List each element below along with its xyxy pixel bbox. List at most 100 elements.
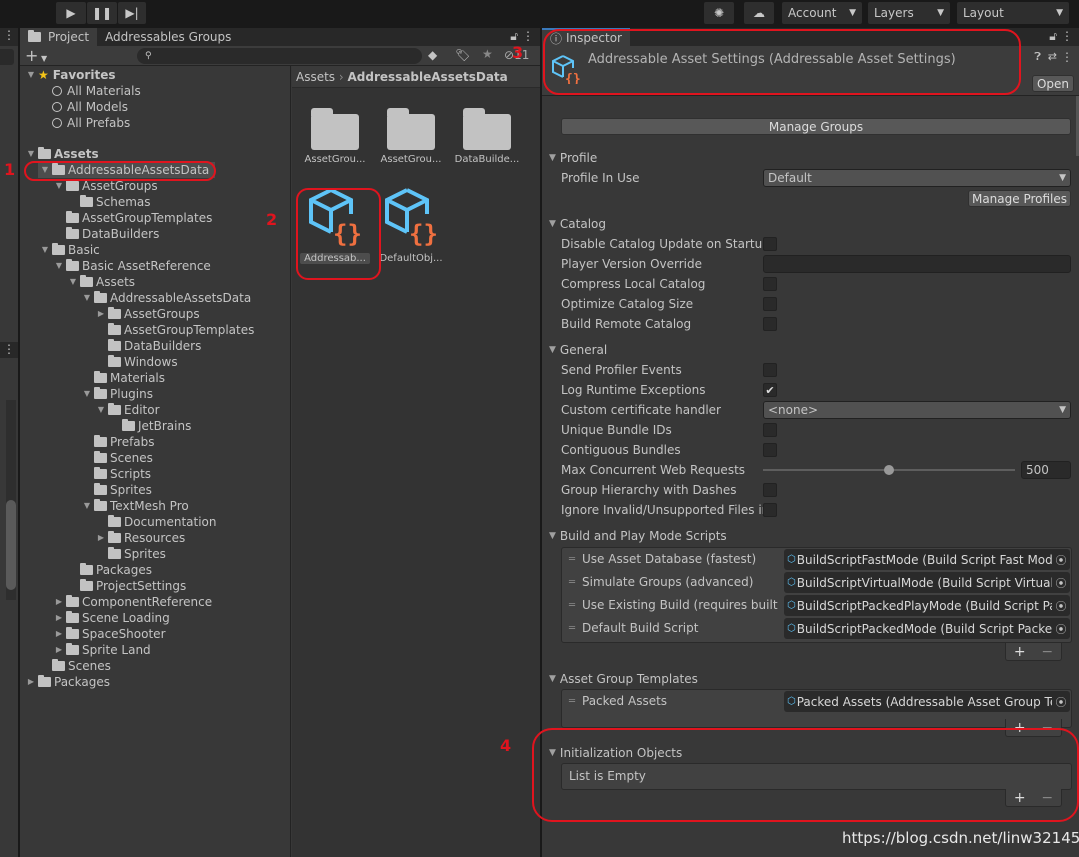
manage-profiles-button[interactable]: Manage Profiles [968,190,1071,207]
collapsed-arrow-icon[interactable]: ▶ [52,642,66,658]
expanded-arrow-icon[interactable]: ▼ [94,402,108,418]
favorite-item[interactable]: All Models [38,99,128,115]
tree-item[interactable]: ▼ Assets [66,274,135,290]
tree-item[interactable]: ▶ SpaceShooter [52,626,166,642]
search-input[interactable]: ⚲ [137,48,422,64]
drag-handle-icon[interactable]: ═ [562,696,582,707]
more-icon[interactable]: ⋮ [1061,29,1073,43]
tab-project[interactable]: Project [20,28,98,46]
more-icon[interactable]: ⋮ [522,29,534,43]
asset-group-templates-section-header[interactable]: ▼ Asset Group Templates [549,669,698,689]
asset-item[interactable]: AssetGrou... [300,96,370,165]
tree-item[interactable]: ▼ AddressableAssetsData [80,290,251,306]
collapsed-arrow-icon[interactable]: ▶ [94,306,108,322]
collapsed-arrow-icon[interactable]: ▶ [94,530,108,546]
expanded-arrow-icon[interactable]: ▼ [52,258,66,274]
general-checkbox[interactable] [763,363,777,377]
layers-dropdown[interactable]: Layers ▼ [868,2,950,24]
collapsed-arrow-icon[interactable]: ▶ [52,594,66,610]
more-icon[interactable]: ⋮ [1061,50,1073,64]
list-item[interactable]: ═ Simulate Groups (advanced) ⬡ BuildScriptV… [562,571,1071,593]
add-item-button[interactable]: + [1014,644,1026,660]
tree-item[interactable]: Documentation [94,514,217,530]
tree-item[interactable]: ▼ Assets [24,146,99,162]
manage-groups-button[interactable]: Manage Groups [561,118,1071,135]
collab-button[interactable]: ✺ [704,2,734,24]
catalog-checkbox[interactable] [763,277,777,291]
build-scripts-section-header[interactable]: ▼ Build and Play Mode Scripts [549,526,727,546]
tree-item[interactable]: Scenes [38,658,111,674]
asset-item[interactable]: DataBuilde... [452,96,522,165]
object-picker-icon[interactable]: ⦿ [1052,574,1070,591]
tree-item[interactable]: AssetGroupTemplates [94,322,254,338]
collapsed-arrow-icon[interactable]: ▶ [52,626,66,642]
favorite-item[interactable]: All Prefabs [38,115,130,131]
expanded-arrow-icon[interactable]: ▼ [24,146,38,162]
expanded-arrow-icon[interactable]: ▼ [38,242,52,258]
remove-item-button[interactable]: − [1041,644,1053,660]
tree-item[interactable]: JetBrains [108,418,191,434]
object-picker-icon[interactable]: ⦿ [1052,597,1070,614]
list-item[interactable]: ═Use Existing Build (requires built grou… [562,594,1071,616]
object-field[interactable]: ⬡ BuildScriptFastMode (Build Script Fast … [784,549,1070,570]
tree-item[interactable]: ▶ AssetGroups [94,306,200,322]
object-field[interactable]: ⬡ BuildScriptPackedPlayMode (Build Script… [784,595,1070,616]
expanded-arrow-icon[interactable]: ▼ [80,290,94,306]
expanded-arrow-icon[interactable]: ▼ [80,386,94,402]
collapsed-arrow-icon[interactable]: ▶ [52,610,66,626]
object-field[interactable]: ⬡ BuildScriptVirtualMode (Build Script Vi… [784,572,1070,593]
tree-item[interactable]: Sprites [94,546,166,562]
more-icon[interactable]: ⋮ [0,342,18,358]
object-picker-icon[interactable]: ⦿ [1052,620,1070,637]
lock-icon[interactable]: 🔓︎ [1049,29,1057,44]
tree-item[interactable]: Materials [80,370,165,386]
filter-by-label-icon[interactable]: 🏷︎ [455,48,470,62]
general-value-field[interactable]: 500 [1021,461,1071,479]
object-field[interactable]: ⬡ Packed Assets (Addressable Asset Group … [784,691,1070,712]
general-checkbox[interactable] [763,443,777,457]
collapsed-arrow-icon[interactable]: ▶ [24,674,38,690]
filter-by-type-icon[interactable]: ◆ [428,48,437,62]
step-button[interactable]: ▶| [118,2,146,24]
tree-item[interactable]: Scripts [80,466,151,482]
tree-item[interactable]: Schemas [66,194,151,210]
general-dropdown[interactable]: <none> ▼ [763,401,1071,419]
catalog-checkbox[interactable] [763,237,777,251]
catalog-checkbox[interactable] [763,297,777,311]
tree-item[interactable]: DataBuilders [52,226,159,242]
tree-item[interactable]: Sprites [80,482,152,498]
lock-icon[interactable]: 🔓︎ [510,29,518,44]
list-item[interactable]: ═ Default Build Script ⬡ BuildScriptPackedM… [562,617,1071,639]
partial-search-field[interactable] [0,49,14,65]
tree-item[interactable]: ▼ Basic AssetReference [52,258,211,274]
help-icon[interactable]: ❓︎ [1034,50,1041,64]
tab-addressables-groups[interactable]: Addressables Groups [97,28,239,46]
play-button[interactable]: ▶ [56,2,86,24]
tree-item[interactable]: ▼ Plugins [80,386,153,402]
catalog-checkbox[interactable] [763,317,777,331]
general-section-header[interactable]: ▼ General [549,340,607,360]
favorites-header[interactable]: ▼ ★ Favorites [24,67,116,83]
drag-handle-icon[interactable]: ═ [562,554,582,565]
list-item[interactable]: ═ Use Asset Database (fastest) ⬡ BuildScrip… [562,548,1071,570]
drag-handle-icon[interactable]: ═ [562,623,582,634]
more-icon[interactable]: ⋮ [0,28,18,46]
open-button[interactable]: Open [1032,75,1074,92]
tree-item[interactable]: ▶ Packages [24,674,110,690]
tree-item[interactable]: ▼ Editor [94,402,160,418]
cloud-button[interactable]: ☁ [744,2,774,24]
catalog-section-header[interactable]: ▼ Catalog [549,214,606,234]
drag-handle-icon[interactable]: ═ [562,600,582,611]
create-button[interactable]: + ▼ [25,46,47,68]
general-slider[interactable] [763,461,1015,479]
tree-item[interactable]: Packages [66,562,152,578]
catalog-input[interactable] [763,255,1071,273]
tree-item[interactable]: ▶ ComponentReference [52,594,212,610]
drag-handle-icon[interactable]: ═ [562,577,582,588]
presets-icon[interactable]: ⇄ [1048,50,1057,63]
favorite-item[interactable]: All Materials [38,83,141,99]
tree-item[interactable]: Windows [94,354,178,370]
breadcrumb-assets[interactable]: Assets [296,70,335,84]
tree-item[interactable]: Prefabs [80,434,155,450]
object-picker-icon[interactable]: ⦿ [1052,693,1070,710]
